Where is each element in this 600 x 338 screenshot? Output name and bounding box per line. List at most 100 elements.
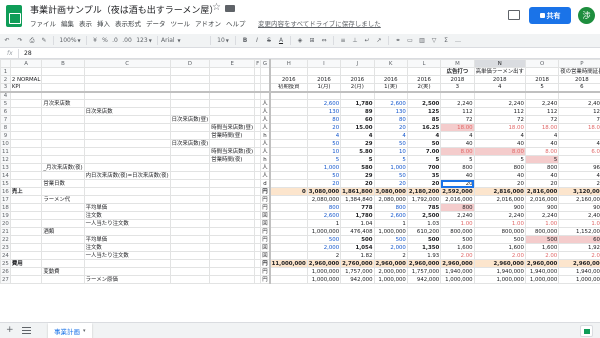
cell[interactable]: 月次来店数	[41, 99, 85, 108]
cell[interactable]	[9, 155, 43, 164]
cell[interactable]: 人	[260, 123, 271, 132]
row-header[interactable]: 26	[0, 267, 11, 276]
cell[interactable]	[169, 83, 211, 93]
cell[interactable]: 40	[524, 171, 560, 180]
cell[interactable]: 40	[473, 139, 526, 148]
cell[interactable]	[41, 243, 85, 252]
cell[interactable]: 20	[440, 179, 475, 188]
cell[interactable]: 人	[260, 163, 271, 172]
cell[interactable]: 夜の営業時間延長	[558, 67, 600, 76]
cell[interactable]: 500	[440, 235, 475, 244]
cell[interactable]: 900	[473, 203, 526, 212]
cell[interactable]: 5	[440, 155, 475, 164]
text-wrap-icon[interactable]: ↵	[361, 37, 373, 44]
cell[interactable]	[306, 91, 342, 100]
cell[interactable]	[209, 275, 256, 284]
cell[interactable]: 2.00	[524, 251, 560, 260]
cell[interactable]	[440, 91, 475, 100]
insert-chart-icon[interactable]: ▥	[416, 37, 428, 44]
cell[interactable]	[41, 155, 85, 164]
cell[interactable]	[269, 195, 308, 204]
cell[interactable]	[269, 91, 308, 100]
cell[interactable]: 1.00	[558, 219, 600, 228]
cell[interactable]	[9, 235, 43, 244]
cell[interactable]: 高単価ラーメン出す	[473, 67, 526, 76]
cell[interactable]: 1,000	[373, 163, 408, 172]
cell[interactable]: 72	[524, 115, 560, 124]
cell[interactable]	[169, 227, 211, 236]
cell[interactable]	[269, 235, 308, 244]
cell[interactable]	[558, 91, 600, 100]
cell[interactable]	[269, 171, 308, 180]
cell[interactable]: 500	[473, 235, 526, 244]
cell[interactable]: 2,400	[558, 99, 600, 108]
cell[interactable]	[83, 267, 171, 276]
cell[interactable]: 1,000,000	[558, 275, 600, 284]
menu-format[interactable]: 表示形式	[115, 18, 141, 28]
row-header[interactable]: 8	[0, 123, 11, 132]
cell[interactable]	[9, 147, 43, 156]
cell[interactable]	[269, 275, 308, 284]
cell[interactable]: 8	[558, 155, 600, 164]
cell[interactable]: 1.04	[340, 219, 375, 228]
cell[interactable]: 一人当たり注文数	[83, 251, 171, 260]
cell[interactable]: 785	[406, 203, 442, 212]
cell[interactable]: 476,408	[340, 227, 375, 236]
redo-icon[interactable]: ↷	[14, 37, 26, 44]
cell[interactable]	[83, 115, 171, 124]
cell[interactable]	[169, 267, 211, 276]
cell[interactable]: 40	[440, 171, 475, 180]
text-rotation-icon[interactable]: ↗	[373, 37, 385, 44]
cell[interactable]: 回	[260, 211, 271, 220]
cell[interactable]	[41, 91, 85, 100]
cell[interactable]: 5.80	[340, 147, 375, 156]
cell[interactable]: 営業時間(夜)	[209, 155, 256, 164]
column-header-P[interactable]: P	[558, 59, 600, 68]
cell[interactable]: 円	[260, 267, 271, 276]
add-sheet-icon[interactable]: +	[6, 325, 14, 335]
filter-icon[interactable]: ▽	[428, 37, 440, 44]
cell[interactable]: 1,940,000	[524, 267, 560, 276]
cell[interactable]	[41, 107, 85, 116]
cell[interactable]: 1,152,000	[558, 227, 600, 236]
cell[interactable]: 800,000	[440, 227, 475, 236]
cell[interactable]: 回	[260, 219, 271, 228]
cell[interactable]	[9, 275, 43, 284]
cell[interactable]: 1,000	[306, 163, 342, 172]
cell[interactable]: 人	[260, 147, 271, 156]
cell[interactable]: 89	[340, 107, 375, 116]
cell[interactable]: 20	[340, 179, 375, 188]
insert-comment-icon[interactable]: ▭	[404, 37, 416, 44]
cell[interactable]	[41, 275, 85, 284]
cell[interactable]: 2018	[524, 75, 560, 84]
column-header-M[interactable]: M	[440, 59, 475, 68]
cell[interactable]	[269, 115, 308, 124]
row-header[interactable]: 22	[0, 235, 11, 244]
cell[interactable]: 売上	[9, 187, 43, 196]
cell[interactable]: 平均単価	[83, 235, 171, 244]
column-header-E[interactable]: E	[209, 59, 256, 68]
cell[interactable]	[209, 187, 256, 196]
cell[interactable]	[209, 235, 256, 244]
row-header[interactable]: 14	[0, 171, 11, 180]
cell[interactable]	[524, 67, 560, 76]
cell[interactable]: 16.25	[406, 123, 442, 132]
cell[interactable]	[260, 83, 271, 93]
font-select[interactable]: Arial ▼	[161, 37, 207, 44]
cell[interactable]: 1,757,000	[340, 267, 375, 276]
cell[interactable]: 1,000,000	[373, 275, 408, 284]
cell[interactable]: 2,240	[440, 99, 475, 108]
cell[interactable]: 942,000	[340, 275, 375, 284]
cell[interactable]: 18.00	[558, 123, 600, 132]
cell[interactable]: 2,000,000	[373, 267, 408, 276]
column-header-I[interactable]: I	[306, 59, 342, 68]
cell[interactable]	[269, 67, 308, 76]
cell[interactable]: 4	[340, 131, 375, 140]
row-header[interactable]: 25	[0, 259, 11, 268]
row-header[interactable]: 3	[0, 83, 11, 93]
cell[interactable]: 2,960,000	[524, 259, 560, 268]
cell[interactable]	[406, 91, 442, 100]
cell[interactable]	[169, 123, 211, 132]
cell[interactable]	[169, 275, 211, 284]
cell[interactable]	[9, 107, 43, 116]
